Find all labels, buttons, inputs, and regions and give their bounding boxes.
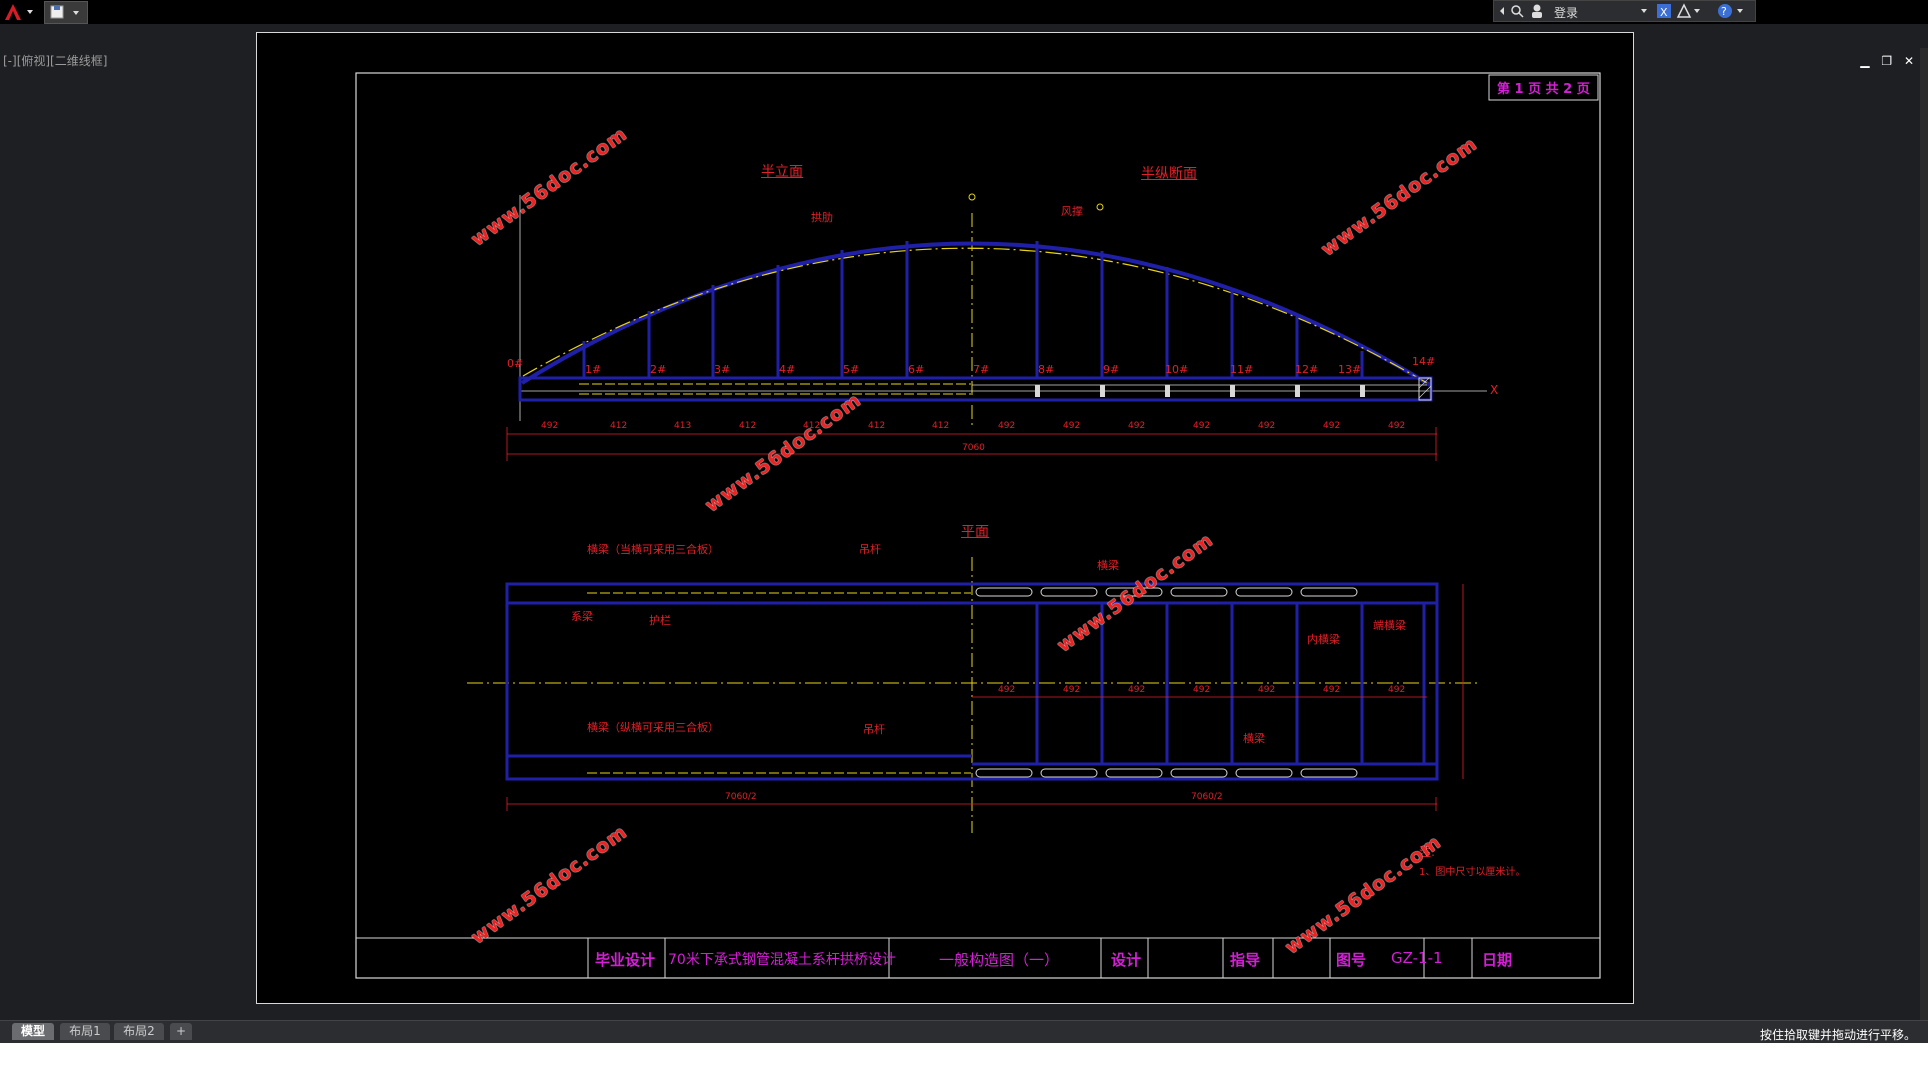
tab-layout1[interactable]: 布局1 xyxy=(60,1023,110,1040)
restore-icon[interactable]: ❐ xyxy=(1881,54,1892,68)
drawing-window-controls: ▁ ❐ ✕ xyxy=(1852,54,1914,68)
status-hint: 按住拾取键并拖动进行平移。 xyxy=(1759,1028,1916,1042)
dim-text: 492 xyxy=(1258,421,1276,431)
hanger-number: 9# xyxy=(1103,363,1120,376)
dim-text: 492 xyxy=(1323,421,1341,431)
dim-text: 412 xyxy=(932,421,950,431)
viewport-controls-label[interactable]: [-][俯视][二维线框] xyxy=(3,52,107,69)
inner-cross-beam-label: 内横梁 xyxy=(1307,633,1340,646)
hanger-number: 10# xyxy=(1165,363,1189,376)
save-icon[interactable] xyxy=(45,2,87,23)
sheet-number-label: 第 1 页 共 2 页 xyxy=(1497,82,1590,97)
hanger-number: 14# xyxy=(1412,355,1436,368)
plan-dim-text: 492 xyxy=(1258,685,1276,695)
close-icon[interactable]: ✕ xyxy=(1904,54,1914,68)
grad-design-label: 毕业设计 xyxy=(595,951,656,969)
drawing-no-label: 图号 xyxy=(1336,951,1367,969)
dim-text: 492 xyxy=(1193,421,1211,431)
half-longitudinal-title: 半纵断面 xyxy=(1141,166,1197,182)
top-bar: X ? 登录 xyxy=(0,0,1928,24)
dim-text: 413 xyxy=(674,421,692,431)
hanger-number: 3# xyxy=(714,363,731,376)
advisor-label: 指导 xyxy=(1230,951,1261,969)
hanger-number: 4# xyxy=(779,363,796,376)
wind-brace-label: 风撑 xyxy=(1061,205,1083,218)
hanger-number: 13# xyxy=(1338,363,1362,376)
add-layout-button[interactable]: + xyxy=(170,1023,192,1040)
status-bar xyxy=(0,1043,1928,1066)
hanger-number: 7# xyxy=(973,363,990,376)
end-beam-label: 端横梁 xyxy=(1373,619,1406,632)
note-line: 1、图中尺寸以厘米计。 xyxy=(1419,867,1526,878)
svg-text:?: ? xyxy=(1721,5,1727,18)
tie-beam-top-label: 横梁（当横可采用三合板） xyxy=(587,543,719,556)
dim-text: 492 xyxy=(998,421,1016,431)
dim-text: 492 xyxy=(1128,421,1146,431)
hanger-number: 1# xyxy=(585,363,602,376)
cross-beam-label-a: 横梁 xyxy=(1097,559,1119,572)
plan-title: 平面 xyxy=(961,524,989,540)
date-label: 日期 xyxy=(1482,951,1513,969)
quick-access-toolbar[interactable] xyxy=(44,1,88,24)
half-length-dim-left: 7060/2 xyxy=(725,792,757,802)
infocenter-bar[interactable]: X ? 登录 xyxy=(1493,0,1756,22)
hanger-number: 6# xyxy=(908,363,925,376)
total-dim-text: 7060 xyxy=(962,443,985,453)
plan-dim-text: 492 xyxy=(1388,685,1406,695)
dim-text: 412 xyxy=(739,421,757,431)
dim-text: 492 xyxy=(1388,421,1406,431)
hanger-number: 8# xyxy=(1038,363,1055,376)
deck-edge-label: 系梁 xyxy=(571,610,593,623)
dim-text: 412 xyxy=(868,421,886,431)
tab-model[interactable]: 模型 xyxy=(12,1023,54,1040)
designer-label: 设计 xyxy=(1111,951,1142,969)
x-axis-label: X xyxy=(1490,383,1499,397)
minimize-icon[interactable]: ▁ xyxy=(1860,54,1869,68)
dim-text: 492 xyxy=(1063,421,1081,431)
cross-beam-label-b: 横梁 xyxy=(1243,732,1265,745)
hanger-number: 2# xyxy=(650,363,667,376)
plan-dim-text: 492 xyxy=(1128,685,1146,695)
application-menu-button[interactable] xyxy=(2,2,40,22)
drawing-no-value: GZ-1-1 xyxy=(1391,949,1443,967)
half-length-dim-right: 7060/2 xyxy=(1191,792,1223,802)
hanger-bottom-label: 吊杆 xyxy=(863,723,885,736)
hanger-number: 12# xyxy=(1295,363,1319,376)
tie-beam-bottom-label: 横梁（纵横可采用三合板） xyxy=(587,721,719,734)
svg-text:X: X xyxy=(1660,6,1668,19)
hanger-top-label: 吊杆 xyxy=(859,543,881,556)
plan-dim-text: 492 xyxy=(1323,685,1341,695)
hanger-number: 5# xyxy=(843,363,860,376)
paper-sheet: 第 1 页 共 2 页 半立面 半纵断面 平面 拱肋 风撑 横梁（当横可采用三合… xyxy=(256,32,1634,1004)
tab-layout2[interactable]: 布局2 xyxy=(114,1023,164,1040)
model-space-canvas[interactable]: [-][俯视][二维线框] ▁ ❐ ✕ 第 1 页 共 2 页 半立面 半纵断面… xyxy=(0,24,1928,1044)
layout-tab-bar: 模型 布局1 布局2 + xyxy=(0,1020,1928,1043)
arch-rib-label: 拱肋 xyxy=(811,211,833,224)
hanger-number: 11# xyxy=(1230,363,1254,376)
login-label[interactable]: 登录 xyxy=(1554,4,1578,21)
vertical-scrollbar[interactable] xyxy=(1920,48,1928,1044)
dim-text: 412 xyxy=(610,421,628,431)
plan-dim-text: 492 xyxy=(1193,685,1211,695)
hanger-number: 0# xyxy=(507,357,524,370)
drawing-name: 一般构造图（一） xyxy=(939,951,1060,969)
dim-text: 492 xyxy=(541,421,559,431)
plan-dim-text: 492 xyxy=(998,685,1016,695)
plan-dim-text: 492 xyxy=(1063,685,1081,695)
elevation-title: 半立面 xyxy=(761,164,803,180)
guard-label: 护栏 xyxy=(649,614,671,627)
project-title: 70米下承式钢管混凝土系杆拱桥设计 xyxy=(668,952,896,968)
